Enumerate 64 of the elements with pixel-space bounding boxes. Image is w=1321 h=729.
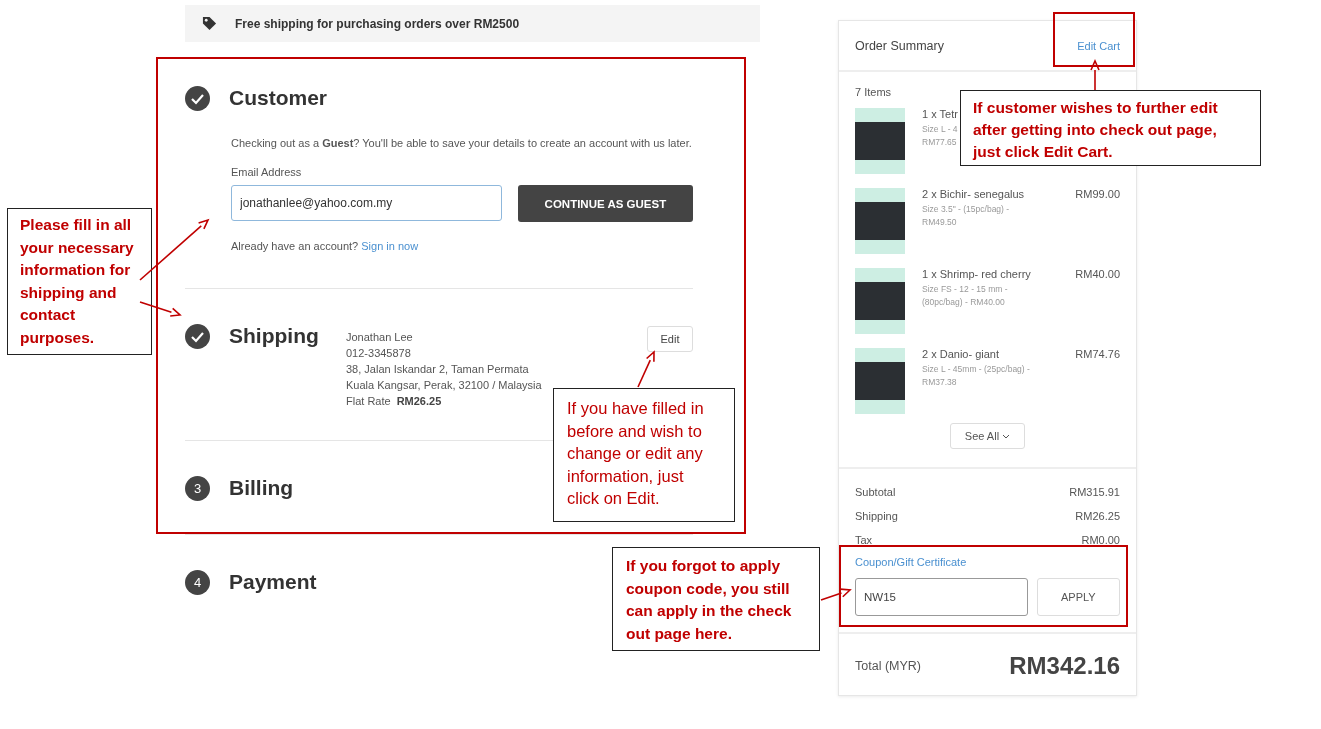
total-value: RM26.25 (1075, 510, 1120, 522)
photo-placeholder (855, 188, 905, 254)
item-price: RM74.76 (1075, 348, 1120, 362)
total-value: RM0.00 (1081, 534, 1120, 546)
annotation-callout: Please fill in all your necessary information for shipping and contact purposes. (7, 208, 152, 355)
see-all-button[interactable]: See All (950, 423, 1025, 449)
item-details: Size L - 45mm - (25pc/bag) - (922, 363, 1030, 376)
item-name: 1 x Tetr (922, 108, 958, 120)
shipping-rate: Flat Rate RM26.25 (346, 394, 442, 409)
item-name: 2 x Bichir- senegalus (922, 188, 1025, 200)
coupon-input[interactable]: NW15 (855, 578, 1028, 616)
step-title: Payment (229, 570, 317, 594)
pointer-arrow (1090, 59, 1100, 91)
item-name: 2 x Danio- giant (922, 348, 1000, 360)
step-title: Billing (229, 476, 294, 500)
pointer-arrow (820, 588, 852, 601)
annotation-callout: If you have filled in before and wish to change or edit any information, just click on Edit. (553, 388, 735, 522)
pointer-arrow (139, 301, 182, 317)
total-label: Subtotal (855, 486, 896, 498)
total-label: Tax (855, 534, 873, 546)
apply-button[interactable]: APPLY (1036, 578, 1120, 616)
account-prompt: Already have an account? (231, 240, 359, 252)
item-details: RM49.50 (922, 216, 957, 229)
annotation-callout: If you forgot to apply coupon code, you still can apply in the check out page here. (612, 547, 820, 651)
item-details: (80pc/bag) - RM40.00 (922, 296, 1005, 309)
item-details: RM37.38 (922, 376, 957, 389)
item-details: Size 3.5" - (15pc/bag) - (922, 203, 1010, 216)
item-details: Size FS - 12 - 15 mm - (922, 283, 1008, 296)
pointer-arrow (637, 350, 655, 388)
order-summary-title: Order Summary (855, 38, 944, 53)
step-number: 3 (185, 475, 210, 501)
email-label: Email Address (231, 166, 303, 178)
grand-total-label: Total (MYR) (855, 659, 921, 673)
email-input[interactable]: jonathanlee@yahoo.com.my (231, 185, 502, 221)
banner-text: Free shipping for purchasing orders over RM2500 (235, 16, 520, 31)
item-price: RM99.00 (1075, 188, 1120, 202)
edit-cart-link[interactable]: Edit Cart (1077, 39, 1120, 52)
total-label: Shipping (855, 510, 898, 522)
step-title: Shipping (229, 324, 319, 348)
photo-placeholder (855, 348, 905, 414)
address-line: Jonathan Lee (346, 330, 414, 345)
item-name: 1 x Shrimp- red cherry (922, 268, 1031, 280)
item-details: RM77.65 (922, 136, 957, 149)
total-value: RM315.91 (1069, 486, 1120, 498)
step-title: Customer (229, 86, 328, 110)
grand-total-value: RM342.16 (1009, 652, 1120, 680)
tag-icon (202, 16, 217, 31)
edit-button[interactable]: Edit (647, 326, 693, 352)
coupon-link[interactable]: Coupon/Gift Certificate (855, 556, 967, 568)
sign-in-link[interactable]: Sign in now (361, 240, 419, 252)
photo-placeholder (855, 108, 905, 174)
photo-placeholder (855, 268, 905, 334)
guest-info-text: Checking out as a Guest? You'll be able to save your details to create an account with us later. (231, 137, 693, 149)
item-count: 7 Items (855, 86, 893, 98)
address-line: 012-3345878 (346, 346, 412, 361)
address-line: Kuala Kangsar, Perak, 32100 / Malaysia (346, 378, 543, 393)
item-price: RM40.00 (1075, 268, 1120, 282)
continue-as-guest-button[interactable]: CONTINUE AS GUEST (517, 185, 693, 222)
step-number: 4 (185, 569, 210, 595)
annotation-callout: If customer wishes to further edit after getting into check out page, just click Edit Cart. (960, 90, 1261, 166)
chevron-down-icon (1002, 434, 1011, 440)
item-details: Size L - 4 (922, 123, 958, 136)
pointer-arrow (139, 218, 210, 281)
address-line: 38, Jalan Iskandar 2, Taman Permata (346, 362, 530, 377)
